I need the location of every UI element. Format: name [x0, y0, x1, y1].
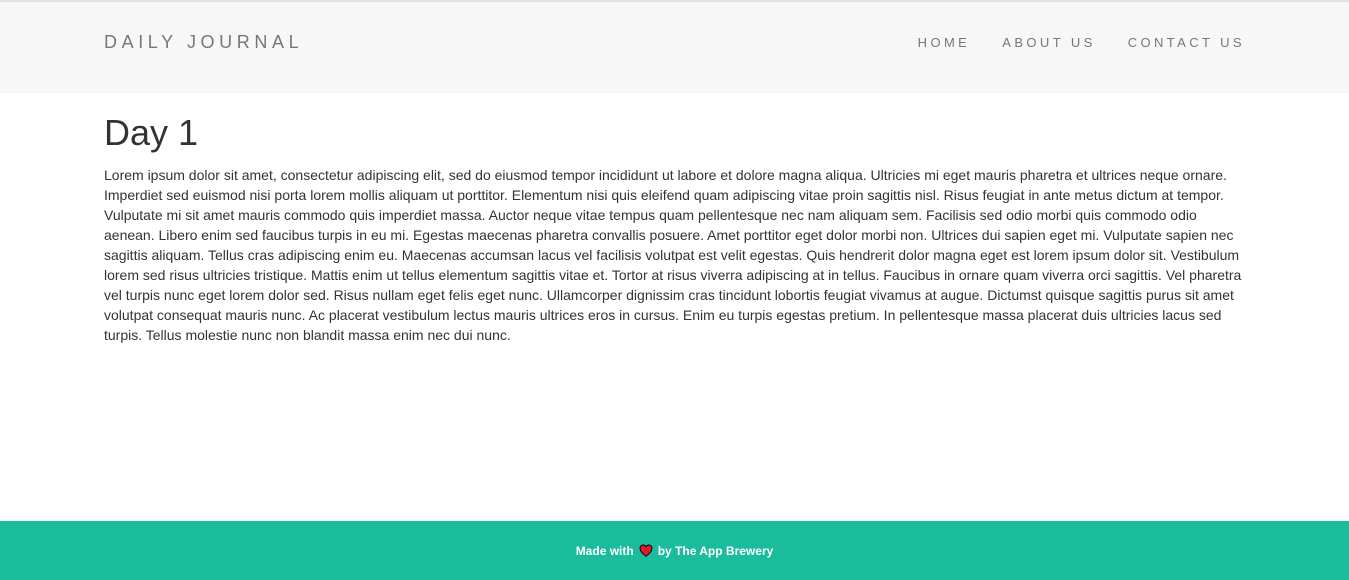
page: DAILY JOURNAL HOME ABOUT US CONTACT US D… — [0, 0, 1349, 580]
nav-links: HOME ABOUT US CONTACT US — [918, 35, 1245, 50]
nav-link-home[interactable]: HOME — [918, 35, 971, 50]
nav-link-contact-us[interactable]: CONTACT US — [1128, 35, 1245, 50]
nav-link-about-us[interactable]: ABOUT US — [1002, 35, 1095, 50]
footer: Made with by The App Brewery — [0, 521, 1349, 580]
post-title: Day 1 — [104, 112, 199, 153]
main-content: Day 1 Lorem ipsum dolor sit amet, consec… — [104, 93, 1245, 345]
navbar: DAILY JOURNAL HOME ABOUT US CONTACT US — [0, 2, 1349, 93]
footer-prefix: Made with — [575, 543, 634, 558]
post-body: Lorem ipsum dolor sit amet, consectetur … — [104, 167, 1242, 343]
brand-link[interactable]: DAILY JOURNAL — [104, 32, 303, 53]
heart-icon — [639, 544, 653, 557]
footer-suffix: by The App Brewery — [657, 543, 774, 558]
